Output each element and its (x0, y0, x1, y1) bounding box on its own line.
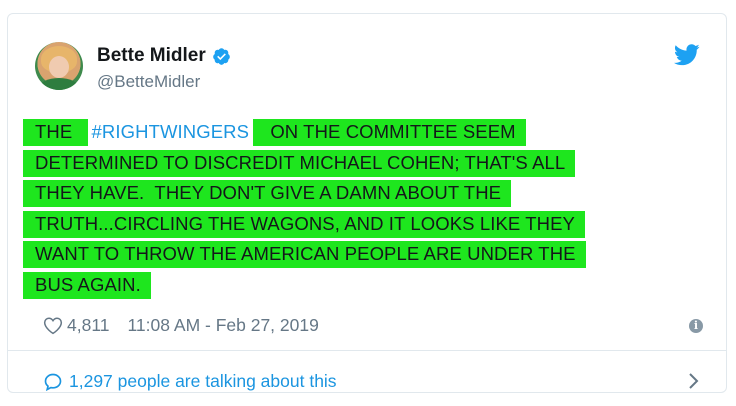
avatar[interactable] (35, 42, 83, 90)
tweet-line: BUS AGAIN. (23, 270, 713, 301)
highlight: DETERMINED TO DISCREDIT MICHAEL COHEN; T… (23, 149, 576, 177)
chevron-right-icon[interactable] (688, 372, 700, 390)
tweet-card: Bette Midler @BetteMidler THE #RIGHTWING… (7, 13, 727, 393)
like-count[interactable]: 4,811 (67, 315, 110, 336)
hashtag-link[interactable]: #RIGHTWINGERS (88, 121, 254, 142)
tweet-line: DETERMINED TO DISCREDIT MICHAEL COHEN; T… (23, 148, 713, 179)
tweet-line: THE #RIGHTWINGERS ON THE COMMITTEE SEEM (23, 117, 713, 148)
highlight: WANT TO THROW THE AMERICAN PEOPLE ARE UN… (23, 241, 586, 268)
highlight: ON THE COMMITTEE SEEM (253, 119, 526, 146)
speech-bubble-icon (44, 373, 62, 391)
tweet-line: THEY HAVE. THEY DON'T GIVE A DAMN ABOUT … (23, 178, 713, 209)
divider (8, 350, 726, 351)
highlight: BUS AGAIN. (23, 271, 151, 299)
twitter-bird-icon[interactable] (674, 44, 700, 66)
tweet-text-segment: THE (35, 121, 78, 142)
tweet-text-segment: ON THE COMMITTEE SEEM (265, 121, 516, 142)
author-name-row[interactable]: Bette Midler (97, 45, 231, 67)
highlight: THEY HAVE. THEY DON'T GIVE A DAMN ABOUT … (23, 180, 512, 207)
verified-badge-icon (212, 47, 230, 65)
heart-icon[interactable] (43, 316, 63, 335)
timestamp[interactable]: 11:08 AM - Feb 27, 2019 (128, 315, 319, 336)
highlight: THE (23, 119, 88, 146)
avatar-face (49, 56, 69, 78)
info-icon[interactable]: i (689, 319, 703, 333)
conversation-link[interactable]: 1,297 people are talking about this (43, 371, 337, 392)
author-handle[interactable]: @BetteMidler (97, 72, 200, 92)
conversation-text[interactable]: 1,297 people are talking about this (69, 371, 337, 392)
highlight: TRUTH...CIRCLING THE WAGONS, AND IT LOOK… (23, 210, 585, 238)
tweet-text: THE #RIGHTWINGERS ON THE COMMITTEE SEEM … (23, 117, 713, 300)
author-name[interactable]: Bette Midler (97, 45, 206, 67)
tweet-line: TRUTH...CIRCLING THE WAGONS, AND IT LOOK… (23, 209, 713, 240)
avatar-shirt (39, 78, 79, 90)
tweet-meta: 4,811 11:08 AM - Feb 27, 2019 (43, 315, 319, 336)
tweet-line: WANT TO THROW THE AMERICAN PEOPLE ARE UN… (23, 239, 713, 270)
